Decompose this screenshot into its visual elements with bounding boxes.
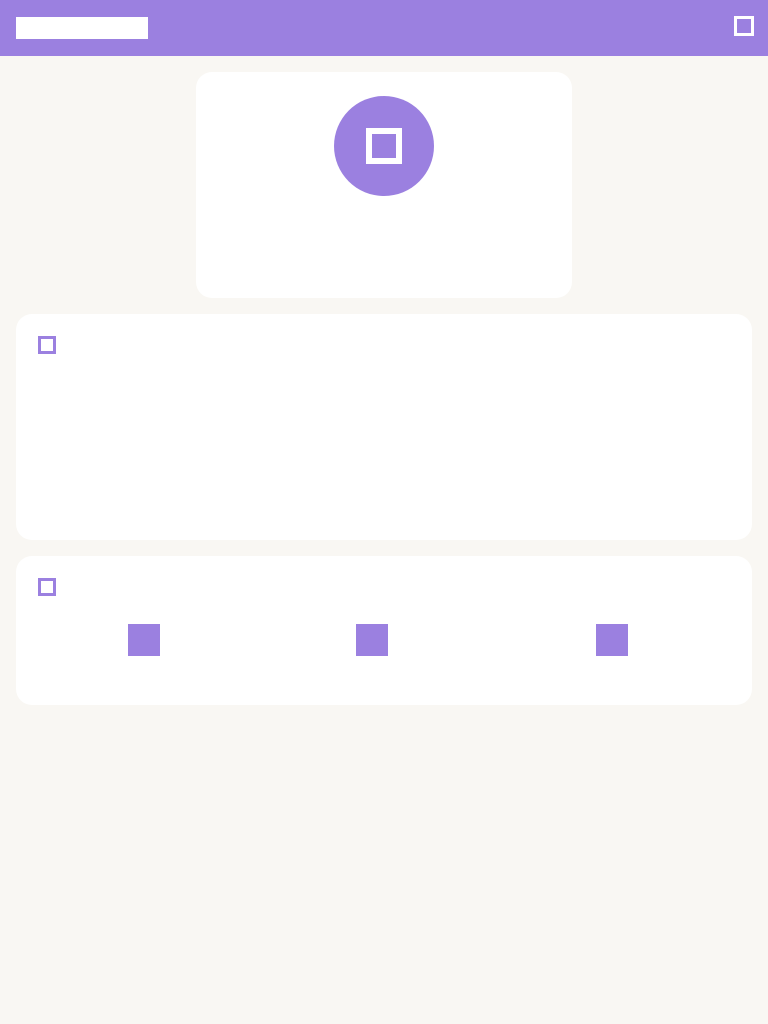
actions-card [16, 556, 752, 705]
action-button[interactable] [64, 624, 224, 688]
square-icon [366, 128, 402, 164]
action-button[interactable] [532, 624, 692, 688]
square-outline-icon [38, 578, 56, 596]
square-outline-icon [38, 336, 56, 354]
square-icon[interactable] [734, 16, 754, 36]
square-icon [128, 624, 160, 656]
info-row [36, 420, 732, 440]
square-icon [596, 624, 628, 656]
app-title [16, 17, 148, 39]
avatar [334, 96, 434, 196]
square-icon [356, 624, 388, 656]
info-row [36, 456, 732, 476]
profile-card [196, 72, 572, 298]
info-row [36, 384, 732, 404]
info-card [16, 314, 752, 540]
app-header [0, 0, 768, 56]
action-button[interactable] [292, 624, 452, 688]
info-row [36, 492, 732, 512]
